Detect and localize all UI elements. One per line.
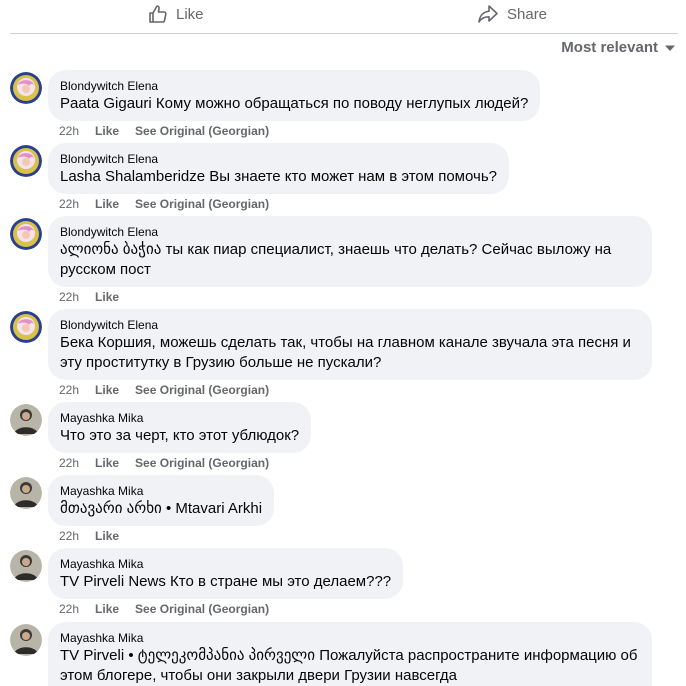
share-arrow-icon: [477, 4, 499, 24]
thumbs-up-icon: [148, 4, 168, 24]
comment-meta: 22h Like See Original (Georgian): [59, 455, 269, 471]
comment-timestamp[interactable]: 22h: [59, 601, 79, 617]
comment-text: მთავარი არხი • Mtavari Arkhi: [60, 499, 262, 519]
comment-meta: 22h Like See Original (Georgian): [59, 123, 269, 139]
avatar[interactable]: [10, 72, 42, 104]
sort-label: Most relevant: [561, 39, 658, 56]
comment-text: Бека Коршия, можешь сделать так, чтобы н…: [60, 333, 640, 373]
comment-like-button[interactable]: Like: [95, 528, 119, 544]
avatar[interactable]: [10, 624, 42, 656]
comment-bubble: Blondywitch Elena Lasha Shalamberidze Вы…: [48, 143, 509, 194]
comment-text: Lasha Shalamberidze Вы знаете кто может …: [60, 167, 497, 187]
comment-bubble: Mayashka Mika TV Pirveli News Кто в стра…: [48, 548, 404, 599]
share-post-label: Share: [507, 5, 548, 23]
comment-text: TV Pirveli • ტელეკომპანია პირველი Пожалу…: [60, 646, 640, 686]
comment-timestamp[interactable]: 22h: [59, 455, 79, 471]
comment-meta: 22h Like: [59, 528, 119, 544]
comment-author[interactable]: Blondywitch Elena: [60, 224, 640, 240]
comment-body: Вы знаете кто может нам в этом помочь?: [209, 168, 497, 185]
mention-link[interactable]: Lasha Shalamberidze: [60, 168, 205, 185]
like-post-button[interactable]: Like: [148, 0, 204, 28]
comment-timestamp[interactable]: 22h: [59, 528, 79, 544]
comment-author[interactable]: Blondywitch Elena: [60, 78, 528, 94]
see-original-link[interactable]: See Original (Georgian): [135, 196, 269, 212]
avatar[interactable]: [10, 311, 42, 343]
comment-author[interactable]: Mayashka Mika: [60, 410, 299, 426]
comment-text: Что это за черт, кто этот ублюдок?: [60, 426, 299, 446]
see-original-link[interactable]: See Original (Georgian): [135, 382, 269, 398]
see-original-link[interactable]: See Original (Georgian): [135, 123, 269, 139]
share-post-button[interactable]: Share: [477, 0, 547, 28]
comment-bubble: Blondywitch Elena Бека Коршия, можешь сд…: [48, 309, 652, 380]
comment-timestamp[interactable]: 22h: [59, 382, 79, 398]
comment-author[interactable]: Blondywitch Elena: [60, 317, 640, 333]
comment-timestamp[interactable]: 22h: [59, 289, 79, 305]
comment-meta: 22h Like See Original (Georgian): [59, 601, 269, 617]
comment-like-button[interactable]: Like: [95, 196, 119, 212]
comment-author[interactable]: Mayashka Mika: [60, 630, 640, 646]
post-action-bar: Like Share: [10, 0, 678, 34]
comment-bubble: Blondywitch Elena ალიონა ბაჭია ты как пи…: [48, 216, 652, 287]
comment-like-button[interactable]: Like: [95, 382, 119, 398]
mention-link[interactable]: TV Pirveli • ტელეკომპანია პირველი: [60, 647, 315, 664]
comment-body: Кому можно обращаться по поводу неглупых…: [155, 95, 529, 112]
comment-body: Бека Коршия, можешь сделать так, чтобы н…: [60, 334, 631, 371]
comment-like-button[interactable]: Like: [95, 601, 119, 617]
comment-timestamp[interactable]: 22h: [59, 123, 79, 139]
like-post-label: Like: [176, 5, 204, 23]
comment-bubble: Blondywitch Elena Paata Gigauri Кому мож…: [48, 70, 541, 121]
comment-text: TV Pirveli News Кто в стране мы это дела…: [60, 572, 391, 592]
mention-link[interactable]: მთავარი არხი • Mtavari Arkhi: [60, 500, 262, 517]
comment-like-button[interactable]: Like: [95, 289, 119, 305]
avatar[interactable]: [10, 404, 42, 436]
comment-like-button[interactable]: Like: [95, 455, 119, 471]
comment-text: ალიონა ბაჭია ты как пиар специалист, зна…: [60, 240, 640, 280]
comment-bubble: Mayashka Mika Что это за черт, кто этот …: [48, 402, 312, 453]
see-original-link[interactable]: See Original (Georgian): [135, 455, 269, 471]
caret-down-icon: [664, 39, 676, 56]
comment-author[interactable]: Blondywitch Elena: [60, 151, 497, 167]
avatar[interactable]: [10, 145, 42, 177]
mention-link[interactable]: TV Pirveli News: [60, 573, 166, 590]
comment-bubble: Mayashka Mika მთავარი არხი • Mtavari Ark…: [48, 475, 275, 526]
mention-link[interactable]: Paata Gigauri: [60, 95, 152, 112]
see-original-link[interactable]: See Original (Georgian): [135, 601, 269, 617]
comment-timestamp[interactable]: 22h: [59, 196, 79, 212]
avatar[interactable]: [10, 477, 42, 509]
comment-body: Что это за черт, кто этот ублюдок?: [60, 427, 300, 444]
avatar[interactable]: [10, 550, 42, 582]
comment-author[interactable]: Mayashka Mika: [60, 556, 391, 572]
comment-body: Кто в стране мы это делаем???: [170, 573, 392, 590]
comment-sort-dropdown[interactable]: Most relevant: [561, 39, 676, 56]
comment-meta: 22h Like: [59, 289, 119, 305]
comment-like-button[interactable]: Like: [95, 123, 119, 139]
comment-meta: 22h Like See Original (Georgian): [59, 382, 269, 398]
comment-bubble: Mayashka Mika TV Pirveli • ტელეკომპანია …: [48, 622, 652, 686]
comment-author[interactable]: Mayashka Mika: [60, 483, 262, 499]
comment-text: Paata Gigauri Кому можно обращаться по п…: [60, 94, 528, 114]
avatar[interactable]: [10, 218, 42, 250]
comment-meta: 22h Like See Original (Georgian): [59, 196, 269, 212]
mention-link[interactable]: ალიონა ბაჭია: [60, 241, 161, 258]
